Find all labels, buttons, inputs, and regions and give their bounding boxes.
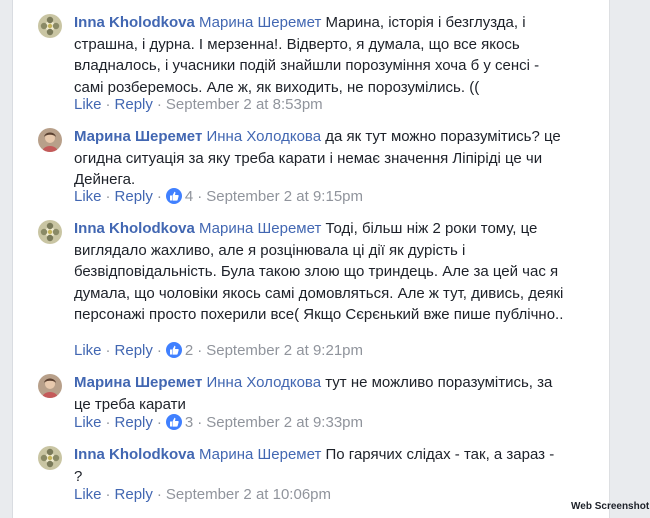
flower-avatar-icon[interactable] bbox=[38, 220, 62, 244]
comment-body: Inna Kholodkova Марина Шеремет По гарячи… bbox=[74, 444, 564, 487]
left-gutter-border bbox=[12, 0, 13, 518]
comment-timestamp[interactable]: September 2 at 9:33pm bbox=[206, 414, 363, 431]
mention-tag[interactable]: Марина Шеремет bbox=[199, 446, 321, 463]
comment-author[interactable]: Inna Kholodkova bbox=[74, 14, 195, 31]
comment-body: Inna Kholodkova Марина Шеремет Тоді, біл… bbox=[74, 218, 564, 326]
reply-link[interactable]: Reply bbox=[115, 188, 153, 205]
comment-actions: Like · Reply · 3 · September 2 at 9:33pm bbox=[74, 414, 363, 431]
reaction-count[interactable]: 2 bbox=[185, 342, 193, 359]
reply-link[interactable]: Reply bbox=[115, 342, 153, 359]
thumbs-up-icon[interactable] bbox=[165, 342, 182, 358]
like-link[interactable]: Like bbox=[74, 342, 102, 359]
comment-timestamp[interactable]: September 2 at 8:53pm bbox=[166, 96, 323, 113]
thumbs-up-icon[interactable] bbox=[165, 188, 182, 204]
comment-body: Марина Шеремет Инна Холодкова тут не мож… bbox=[74, 372, 564, 415]
comment-actions: Like · Reply · 4 · September 2 at 9:15pm bbox=[74, 188, 363, 205]
flower-avatar-icon[interactable] bbox=[38, 14, 62, 38]
comment-timestamp[interactable]: September 2 at 10:06pm bbox=[166, 486, 331, 503]
like-link[interactable]: Like bbox=[74, 188, 102, 205]
flower-avatar-icon[interactable] bbox=[38, 446, 62, 470]
reply-link[interactable]: Reply bbox=[115, 414, 153, 431]
comment-timestamp[interactable]: September 2 at 9:15pm bbox=[206, 188, 363, 205]
comment-actions: Like · Reply · September 2 at 10:06pm bbox=[74, 486, 331, 503]
comment-author[interactable]: Inna Kholodkova bbox=[74, 220, 195, 237]
comment-body: Марина Шеремет Инна Холодкова да як тут … bbox=[74, 126, 564, 191]
right-pane bbox=[610, 0, 650, 518]
reply-link[interactable]: Reply bbox=[115, 96, 153, 113]
comment-body: Inna Kholodkova Марина Шеремет Марина, і… bbox=[74, 12, 564, 98]
mention-tag[interactable]: Марина Шеремет bbox=[199, 14, 321, 31]
comment-actions: Like · Reply · September 2 at 8:53pm bbox=[74, 96, 323, 113]
comment-author[interactable]: Inna Kholodkova bbox=[74, 446, 195, 463]
comment-timestamp[interactable]: September 2 at 9:21pm bbox=[206, 342, 363, 359]
comment-author[interactable]: Марина Шеремет bbox=[74, 128, 202, 145]
reaction-count[interactable]: 3 bbox=[185, 414, 193, 431]
like-link[interactable]: Like bbox=[74, 414, 102, 431]
watermark-label: Web Screenshot bbox=[571, 501, 650, 512]
mention-tag[interactable]: Инна Холодкова bbox=[206, 128, 321, 145]
reaction-count[interactable]: 4 bbox=[185, 188, 193, 205]
thumbs-up-icon[interactable] bbox=[165, 414, 182, 430]
mention-tag[interactable]: Инна Холодкова bbox=[206, 374, 321, 391]
person-avatar-icon[interactable] bbox=[38, 128, 62, 152]
comment-actions: Like · Reply · 2 · September 2 at 9:21pm bbox=[74, 342, 363, 359]
like-link[interactable]: Like bbox=[74, 486, 102, 503]
reply-link[interactable]: Reply bbox=[115, 486, 153, 503]
person-avatar-icon[interactable] bbox=[38, 374, 62, 398]
mention-tag[interactable]: Марина Шеремет bbox=[199, 220, 321, 237]
like-link[interactable]: Like bbox=[74, 96, 102, 113]
left-gutter bbox=[0, 0, 12, 518]
comment-author[interactable]: Марина Шеремет bbox=[74, 374, 202, 391]
